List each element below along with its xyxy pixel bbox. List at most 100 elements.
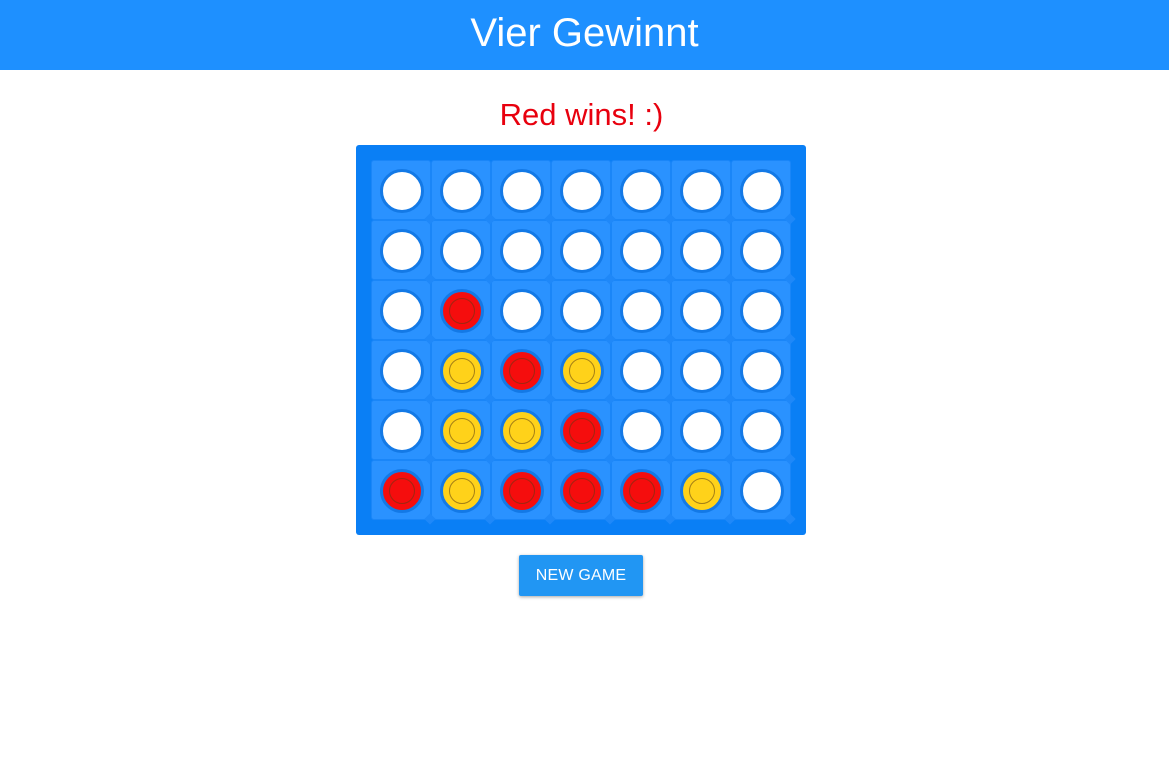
board-cell[interactable] — [611, 460, 671, 520]
board-cell[interactable] — [671, 340, 731, 400]
board-cell[interactable] — [491, 160, 551, 220]
disc-ring — [629, 478, 655, 504]
disc-ring — [689, 478, 715, 504]
empty-slot — [560, 289, 604, 333]
board-cell[interactable] — [671, 460, 731, 520]
board-cell[interactable] — [431, 460, 491, 520]
empty-slot — [740, 349, 784, 393]
disc-ring — [509, 358, 535, 384]
board-cell[interactable] — [551, 400, 611, 460]
board-cell[interactable] — [491, 400, 551, 460]
red-disc — [560, 469, 604, 513]
empty-slot — [620, 169, 664, 213]
empty-slot — [560, 169, 604, 213]
empty-slot — [680, 409, 724, 453]
board-cell[interactable] — [551, 220, 611, 280]
board-cell[interactable] — [431, 160, 491, 220]
red-disc — [380, 469, 424, 513]
board-grid — [371, 160, 791, 520]
disc-ring — [449, 358, 475, 384]
empty-slot — [380, 409, 424, 453]
yellow-disc — [440, 409, 484, 453]
board-cell[interactable] — [671, 400, 731, 460]
disc-ring — [449, 478, 475, 504]
board-cell[interactable] — [611, 160, 671, 220]
empty-slot — [500, 169, 544, 213]
empty-slot — [560, 229, 604, 273]
disc-ring — [509, 418, 535, 444]
board-cell[interactable] — [491, 460, 551, 520]
disc-ring — [449, 298, 475, 324]
disc-ring — [389, 478, 415, 504]
empty-slot — [680, 289, 724, 333]
empty-slot — [500, 229, 544, 273]
board-cell[interactable] — [371, 460, 431, 520]
board-cell[interactable] — [551, 460, 611, 520]
empty-slot — [680, 349, 724, 393]
red-disc — [620, 469, 664, 513]
yellow-disc — [560, 349, 604, 393]
board-cell[interactable] — [611, 220, 671, 280]
board-cell[interactable] — [731, 460, 791, 520]
yellow-disc — [680, 469, 724, 513]
disc-ring — [569, 478, 595, 504]
empty-slot — [620, 229, 664, 273]
board-cell[interactable] — [731, 340, 791, 400]
app-header: Vier Gewinnt — [0, 0, 1169, 70]
board-cell[interactable] — [731, 280, 791, 340]
empty-slot — [380, 229, 424, 273]
board-cell[interactable] — [671, 280, 731, 340]
page-title: Vier Gewinnt — [470, 11, 699, 55]
board-cell[interactable] — [371, 220, 431, 280]
disc-ring — [569, 418, 595, 444]
board-cell[interactable] — [611, 400, 671, 460]
empty-slot — [380, 289, 424, 333]
board-cell[interactable] — [671, 160, 731, 220]
board-cell[interactable] — [371, 160, 431, 220]
empty-slot — [620, 349, 664, 393]
board-cell[interactable] — [491, 220, 551, 280]
empty-slot — [680, 169, 724, 213]
disc-ring — [569, 358, 595, 384]
empty-slot — [620, 409, 664, 453]
board-cell[interactable] — [611, 280, 671, 340]
new-game-button[interactable]: NEW GAME — [519, 555, 643, 596]
red-disc — [440, 289, 484, 333]
board-cell[interactable] — [491, 340, 551, 400]
board-cell[interactable] — [371, 400, 431, 460]
empty-slot — [440, 229, 484, 273]
board-cell[interactable] — [431, 340, 491, 400]
disc-ring — [509, 478, 535, 504]
empty-slot — [740, 289, 784, 333]
empty-slot — [380, 169, 424, 213]
board-cell[interactable] — [551, 340, 611, 400]
board-cell[interactable] — [731, 400, 791, 460]
board-cell[interactable] — [431, 280, 491, 340]
yellow-disc — [440, 469, 484, 513]
empty-slot — [440, 169, 484, 213]
yellow-disc — [440, 349, 484, 393]
red-disc — [500, 469, 544, 513]
board-cell[interactable] — [431, 400, 491, 460]
empty-slot — [740, 169, 784, 213]
red-disc — [560, 409, 604, 453]
board-cell[interactable] — [371, 340, 431, 400]
board-cell[interactable] — [731, 220, 791, 280]
board-cell[interactable] — [731, 160, 791, 220]
disc-ring — [449, 418, 475, 444]
empty-slot — [500, 289, 544, 333]
game-board — [356, 145, 806, 535]
empty-slot — [740, 469, 784, 513]
board-cell[interactable] — [551, 280, 611, 340]
board-cell[interactable] — [671, 220, 731, 280]
board-cell[interactable] — [491, 280, 551, 340]
board-cell[interactable] — [611, 340, 671, 400]
empty-slot — [680, 229, 724, 273]
empty-slot — [620, 289, 664, 333]
board-cell[interactable] — [551, 160, 611, 220]
empty-slot — [740, 229, 784, 273]
empty-slot — [740, 409, 784, 453]
board-cell[interactable] — [431, 220, 491, 280]
yellow-disc — [500, 409, 544, 453]
board-cell[interactable] — [371, 280, 431, 340]
